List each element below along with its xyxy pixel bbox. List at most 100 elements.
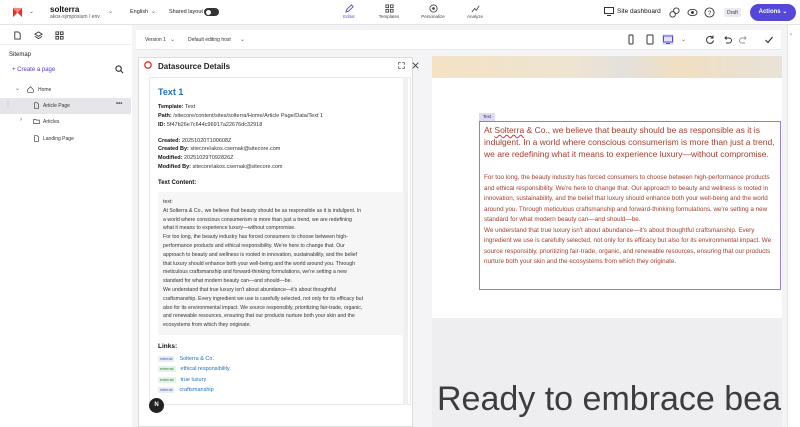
- link[interactable]: craftsmanship: [179, 387, 213, 393]
- meta-value: sitecore\akos.csernak@sitecore.com: [190, 146, 281, 152]
- folder-icon: [33, 119, 40, 124]
- content-line: that luxury should enhance both your wel…: [163, 260, 355, 267]
- close-icon[interactable]: [412, 62, 419, 69]
- pencil-icon: [344, 4, 354, 13]
- meta-created: Created: 20251020T100608Z: [158, 138, 231, 144]
- grid-icon: [384, 4, 394, 13]
- components-icon[interactable]: [55, 31, 64, 40]
- chevron-right-icon[interactable]: ›: [20, 117, 22, 123]
- component-tag[interactable]: Text: [479, 113, 495, 121]
- content-line: performance products and ethical respons…: [163, 242, 345, 249]
- content-line: At Solterra & Co., we believe that beaut…: [163, 207, 362, 214]
- language-selector[interactable]: English: [130, 9, 148, 15]
- links-label: Links:: [158, 343, 178, 350]
- link[interactable]: Solterra & Co.: [179, 356, 214, 362]
- desktop-device-icon[interactable]: [662, 34, 674, 45]
- content-line: meticulous craftsmanship and forward-thi…: [163, 269, 347, 276]
- link-icon[interactable]: [669, 7, 680, 18]
- content-line: text:: [163, 199, 173, 205]
- monitor-icon: [604, 7, 614, 16]
- rich-text-lead[interactable]: At Solterra & Co., we believe that beaut…: [484, 124, 780, 160]
- rich-text-body[interactable]: For too long, the beauty industry has fo…: [484, 173, 780, 268]
- content-line: We understand that true luxury isn't abo…: [163, 286, 336, 293]
- shared-layout-toggle[interactable]: [204, 8, 219, 16]
- paragraph: We understand that true luxury isn't abo…: [484, 226, 772, 266]
- hero-heading[interactable]: Ready to embrace beauty w: [437, 380, 782, 419]
- mode-templates-label: Templates: [378, 14, 400, 19]
- text-content-block: text: At Solterra & Co., we believe that…: [158, 192, 404, 335]
- layers-icon[interactable]: [34, 31, 43, 40]
- language-chevron-icon[interactable]: ⌄: [151, 8, 156, 15]
- link-item: external ethical responsibility: [158, 366, 230, 376]
- chart-icon: [471, 5, 479, 13]
- host-chevron-icon[interactable]: ⌄: [240, 36, 245, 43]
- sitemap-item-article-page[interactable]: ⋮ Article Page •••: [0, 98, 131, 114]
- meta-value: 20251029T092826Z: [183, 155, 234, 161]
- search-icon[interactable]: [115, 65, 124, 74]
- undo-icon[interactable]: [722, 34, 732, 45]
- mode-analyze-button[interactable]: Analyze: [455, 2, 495, 24]
- meta-value: 5f47b26e7c644c96917a22676dc32918: [166, 122, 263, 128]
- svg-text:?: ?: [708, 10, 712, 17]
- site-name[interactable]: solterra: [50, 5, 79, 14]
- mobile-device-icon[interactable]: [626, 34, 636, 45]
- drag-handle-icon[interactable]: ⋮: [5, 101, 11, 108]
- meta-label: Modified By:: [158, 164, 191, 170]
- sitecore-logo-icon[interactable]: [12, 7, 23, 18]
- eye-icon[interactable]: [687, 7, 698, 18]
- sitemap-item-label: Landing Page: [43, 136, 74, 142]
- mode-templates-button[interactable]: Templates: [369, 2, 409, 24]
- link-type-badge: external: [158, 377, 176, 383]
- checkmark-icon[interactable]: [764, 34, 774, 45]
- mode-editor-button[interactable]: Editor: [329, 2, 369, 24]
- site-dashboard-button[interactable]: Site dashboard: [604, 7, 661, 16]
- version-chevron-icon[interactable]: ⌄: [170, 36, 175, 43]
- link[interactable]: true luxury: [181, 377, 207, 383]
- lead-rest: & Co., we believe that beauty should be …: [484, 125, 775, 159]
- chevron-down-icon[interactable]: ⌄: [15, 85, 20, 92]
- content-line: ecosystems from which they originate.: [163, 322, 251, 329]
- tablet-device-icon[interactable]: [645, 34, 655, 45]
- item-title: Text 1: [158, 87, 184, 97]
- link[interactable]: ethical responsibility: [181, 366, 230, 372]
- create-page-button[interactable]: + Create a page: [12, 67, 55, 73]
- host-selector[interactable]: Default editing host: [188, 37, 231, 43]
- more-options-icon[interactable]: •••: [116, 101, 122, 107]
- version-selector[interactable]: Version 1: [145, 37, 166, 43]
- meta-label: Modified:: [158, 155, 183, 161]
- meta-template: Template: Text: [158, 104, 195, 110]
- meta-created-by: Created By: sitecore\akos.csernak@siteco…: [158, 146, 280, 152]
- meta-value: /sitecore/content/sites/solterra/Home/Ar…: [173, 113, 324, 119]
- mode-personalize-button[interactable]: Personalize: [413, 2, 453, 24]
- shared-layout-label: Shared layout: [169, 9, 203, 15]
- site-switcher-chevron-icon[interactable]: ⌄: [108, 8, 113, 15]
- status-badge: Draft: [724, 8, 741, 17]
- content-line: a world where conscious consumerism is m…: [163, 216, 352, 223]
- actions-label: Actions: [758, 9, 781, 15]
- redo-icon[interactable]: [739, 34, 749, 45]
- meta-label: Created By:: [158, 146, 189, 152]
- spellcheck-word[interactable]: Solterra: [494, 125, 524, 135]
- assistant-floating-button[interactable]: N: [149, 398, 164, 413]
- expand-icon[interactable]: [398, 62, 405, 69]
- content-line: what it means to experience luxury—witho…: [163, 225, 296, 232]
- content-line: and renewable resources, ensuring that o…: [163, 313, 355, 320]
- link-type-badge: external: [158, 366, 176, 372]
- app-switcher-chevron-icon[interactable]: ⌄: [29, 8, 34, 15]
- page-icon[interactable]: [13, 31, 22, 40]
- refresh-icon[interactable]: [705, 34, 715, 45]
- actions-button[interactable]: Actions ⌄: [750, 4, 796, 21]
- sitecore-logo-icon: [144, 61, 152, 69]
- home-icon: [27, 86, 34, 93]
- meta-label: Path:: [158, 113, 172, 119]
- meta-id: ID: 5f47b26e7c644c96917a22676dc32918: [158, 122, 262, 128]
- meta-value: Text: [185, 104, 196, 110]
- sitemap-item-home[interactable]: ⌄ Home: [0, 82, 131, 98]
- device-chevron-icon[interactable]: ⌄: [681, 36, 686, 43]
- collapse-panel-chevron-icon[interactable]: ‹: [790, 32, 792, 38]
- help-icon[interactable]: ?: [704, 7, 715, 18]
- sitemap-item-articles[interactable]: › Articles: [0, 114, 131, 130]
- page-icon: [34, 102, 39, 109]
- sitemap-item-landing-page[interactable]: Landing Page: [0, 131, 131, 147]
- link-type-badge: internal: [158, 356, 175, 362]
